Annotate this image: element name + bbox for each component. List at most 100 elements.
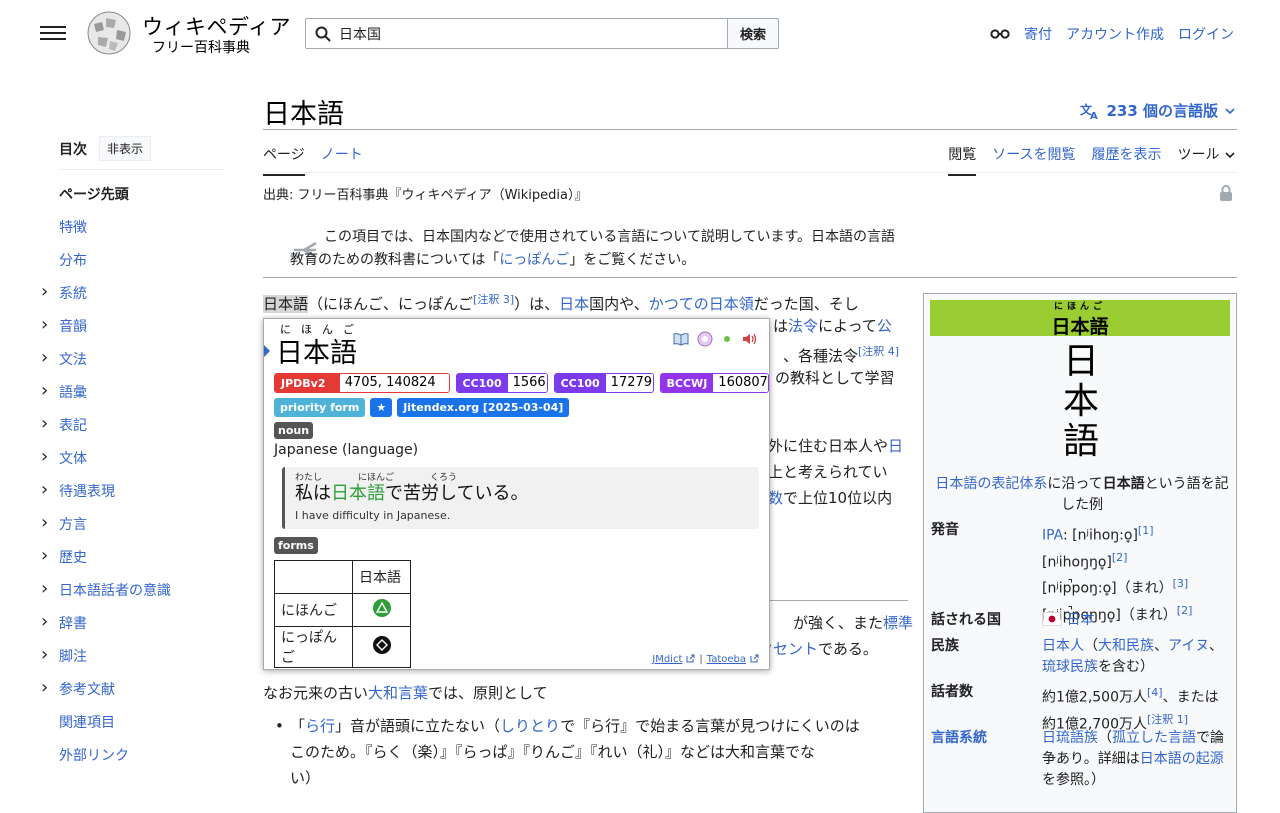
definition: Japanese (language) xyxy=(274,442,419,458)
search-button[interactable]: 検索 xyxy=(727,18,779,49)
toc-item[interactable]: › 語彙 xyxy=(41,380,229,415)
star-tag[interactable]: ★ xyxy=(370,398,393,417)
donate-link[interactable]: 寄付 xyxy=(1024,24,1052,44)
toc-item[interactable]: › 参考文献 xyxy=(41,677,229,712)
link-yamato-kotoba[interactable]: 大和言葉 xyxy=(368,684,428,702)
chevron-right-icon[interactable]: › xyxy=(41,578,48,599)
language-count: 233 個の言語版 xyxy=(1106,102,1218,120)
speaker-icon[interactable] xyxy=(741,332,759,346)
toc-item[interactable]: › 文体 xyxy=(41,446,229,481)
link-law[interactable]: 法令 xyxy=(788,317,818,335)
dictionary-popup[interactable]: にほんご 日本語 JPDBv2㋕4705, 140824㋕CC1001566CC… xyxy=(263,318,770,670)
footnote-ref[interactable]: [4] xyxy=(1147,686,1163,699)
toc-item[interactable]: › 方言 xyxy=(41,512,229,547)
footnote-ref[interactable]: [1] xyxy=(1138,524,1154,537)
toc-item[interactable]: › 脚注 xyxy=(41,644,229,679)
popup-term: 日本語 xyxy=(276,338,357,369)
lock-icon[interactable] xyxy=(1218,184,1234,202)
toc-item[interactable]: 関連項目 xyxy=(59,712,229,745)
chevron-right-icon[interactable]: › xyxy=(41,677,48,698)
toc-item[interactable]: 外部リンク xyxy=(59,745,229,778)
frequency-tag[interactable]: BCCWJ 160807 xyxy=(659,373,769,393)
link-ipa[interactable]: IPA xyxy=(1042,528,1063,544)
chevron-right-icon[interactable]: › xyxy=(41,281,48,302)
footnote-ref[interactable]: [注釈 4] xyxy=(858,345,899,358)
link-japan[interactable]: 日本 xyxy=(559,295,589,313)
toc-item[interactable]: 分布 xyxy=(59,250,229,283)
link-ainu[interactable]: アイヌ xyxy=(1168,638,1209,654)
link-standard[interactable]: 標準 xyxy=(883,614,913,632)
toc-item[interactable]: ページ先頭 xyxy=(59,184,229,217)
appearance-glasses-icon[interactable] xyxy=(990,28,1010,40)
link-japanese[interactable]: 日 xyxy=(888,437,903,455)
search-field[interactable] xyxy=(305,18,728,49)
chevron-right-icon[interactable]: › xyxy=(41,512,48,533)
footnote-ref[interactable]: [3] xyxy=(1173,577,1189,590)
toc-item[interactable]: › 歴史 xyxy=(41,545,229,580)
link-japonic[interactable]: 日琉語族 xyxy=(1042,730,1098,746)
toc-item-label: 方言 xyxy=(59,517,87,533)
link-ryukyuan[interactable]: 琉球民族 xyxy=(1042,659,1098,675)
link-yamato[interactable]: 大和民族 xyxy=(1098,638,1154,654)
link-writing-system[interactable]: 日本語の表記体系 xyxy=(935,476,1047,492)
chevron-right-icon[interactable]: › xyxy=(41,446,48,467)
link-isolate[interactable]: 孤立した言語 xyxy=(1112,730,1196,746)
dictionary-tag[interactable]: Jitendex.org [2025-03-04] xyxy=(397,398,570,417)
priority-form-tag[interactable]: priority form xyxy=(274,398,366,417)
language-button[interactable]: 文A 233 個の言語版 xyxy=(1080,100,1236,121)
toc-hide-button[interactable]: 非表示 xyxy=(99,136,152,161)
create-account-link[interactable]: アカウント作成 xyxy=(1066,24,1164,44)
link-shiritori[interactable]: しりとり xyxy=(500,717,560,735)
text: では、原則として xyxy=(428,684,548,702)
toc-item[interactable]: › 辞書 xyxy=(41,611,229,646)
link-language-family[interactable]: 言語系統 xyxy=(931,728,987,749)
frequency-tag[interactable]: CC100 17279 xyxy=(553,373,654,393)
link-official[interactable]: 公 xyxy=(877,317,892,335)
chevron-right-icon[interactable]: › xyxy=(41,611,48,632)
jmdict-link[interactable]: JMdict xyxy=(652,654,682,665)
login-link[interactable]: ログイン xyxy=(1178,24,1234,44)
chevron-right-icon[interactable]: › xyxy=(41,413,48,434)
link-japan[interactable]: 日本 xyxy=(1066,612,1094,628)
toc-item[interactable]: › 待遇表現 xyxy=(41,479,229,514)
add-note-icon[interactable] xyxy=(721,333,733,345)
chevron-right-icon[interactable]: › xyxy=(41,347,48,368)
hatnote-link[interactable]: にっぽんご xyxy=(499,252,569,268)
toc-item[interactable]: 特徴 xyxy=(59,217,229,250)
search-input[interactable] xyxy=(337,24,707,43)
footnote-ref[interactable]: [注釈 1] xyxy=(1147,713,1188,726)
chevron-right-icon[interactable]: › xyxy=(41,545,48,566)
footnote-ref[interactable]: [注釈 3] xyxy=(473,293,514,306)
page-title: 日本語 xyxy=(263,99,344,130)
anki-card-icon[interactable] xyxy=(697,331,713,347)
calligraphy-image[interactable]: 日 本 語 xyxy=(924,342,1238,462)
toc-item[interactable]: › 文法 xyxy=(41,347,229,382)
toc-item[interactable]: › 系統 xyxy=(41,281,229,316)
link-number[interactable]: 数 xyxy=(768,489,783,507)
forms-tag[interactable]: forms xyxy=(274,537,318,554)
link-former-territory[interactable]: かつての日本領 xyxy=(649,295,754,313)
footnote-ref[interactable]: [2] xyxy=(1112,551,1128,564)
text: （にほんご、にっぽんご xyxy=(308,295,474,313)
link-japanese-people[interactable]: 日本人 xyxy=(1042,638,1084,654)
main-menu-button[interactable] xyxy=(40,22,66,44)
text-bold: 日本語 xyxy=(1102,476,1145,492)
link-ra-gyo[interactable]: ら行 xyxy=(305,717,335,735)
chevron-right-icon[interactable]: › xyxy=(41,644,48,665)
wikipedia-globe-icon[interactable] xyxy=(84,10,134,56)
row-value: 日本人（大和民族、アイヌ、 琉球民族を含む） xyxy=(1042,636,1230,678)
frequency-tag[interactable]: CC100 1566 xyxy=(455,373,548,393)
toc-item[interactable]: › 音韻 xyxy=(41,314,229,349)
link-accent[interactable]: アクセント xyxy=(768,636,818,662)
chevron-right-icon[interactable]: › xyxy=(41,479,48,500)
tatoeba-link[interactable]: Tatoeba xyxy=(707,654,746,665)
toc-item[interactable]: › 日本語話者の意識 xyxy=(41,578,229,613)
toc-item[interactable]: › 表記 xyxy=(41,413,229,448)
text: を参照。） xyxy=(1042,772,1105,788)
link-origin[interactable]: 日本語の起源 xyxy=(1140,751,1224,767)
chevron-right-icon[interactable]: › xyxy=(41,314,48,335)
frequency-tag[interactable]: JPDBv2㋕4705, 140824㋕ xyxy=(274,373,450,393)
chevron-right-icon[interactable]: › xyxy=(41,380,48,401)
open-book-icon[interactable] xyxy=(673,332,689,346)
part-of-speech-tag[interactable]: noun xyxy=(274,422,314,439)
